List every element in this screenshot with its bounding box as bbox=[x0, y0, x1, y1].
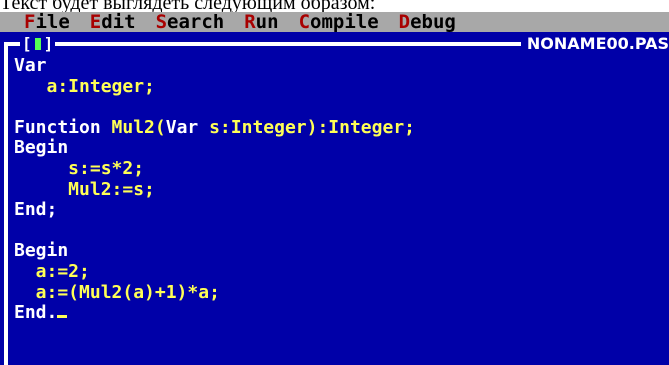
code-editor[interactable]: Var a:Integer; Function Mul2(Var s:Intege… bbox=[14, 55, 664, 324]
keyword-token: End; bbox=[14, 199, 58, 221]
code-line: a:=2; bbox=[14, 260, 664, 283]
menu-file[interactable]: File bbox=[0, 12, 84, 33]
code-line: Begin bbox=[14, 241, 664, 262]
code-line: Mul2:=s; bbox=[14, 178, 664, 201]
keyword-token: End. bbox=[14, 302, 58, 324]
menu-edit[interactable]: Edit bbox=[84, 12, 150, 33]
code-line: End. bbox=[14, 302, 664, 324]
menu-hotkey: E bbox=[89, 12, 102, 33]
window-close-box[interactable]: [ ] bbox=[20, 34, 56, 53]
close-box-left-bracket: [ bbox=[22, 34, 32, 53]
code-line: End; bbox=[14, 199, 664, 221]
menu-bar: File Edit Search Run Compile Debug bbox=[0, 12, 669, 33]
turbo-pascal-ide: File Edit Search Run Compile Debug [ ] NONAME… bbox=[0, 12, 669, 365]
identifier-token: a:=(Mul2(a)+1)*a; bbox=[14, 281, 220, 303]
keyword-token: Var bbox=[165, 116, 210, 138]
identifier-token: a:=2; bbox=[14, 260, 90, 282]
identifier-token: s:=s*2; bbox=[14, 157, 145, 179]
code-line: a:=(Mul2(a)+1)*a; bbox=[14, 281, 664, 304]
editor-window-top-frame: [ ] NONAME00.PAS bbox=[0, 36, 669, 52]
close-button-icon[interactable] bbox=[34, 38, 41, 50]
menu-compile[interactable]: Compile bbox=[293, 12, 393, 33]
close-box-right-bracket: ] bbox=[43, 34, 54, 53]
menu-label: dit bbox=[101, 12, 136, 33]
menu-label: ile bbox=[35, 12, 70, 33]
code-line: a:Integer; bbox=[14, 75, 664, 98]
keyword-token: Begin bbox=[14, 137, 69, 159]
window-title: NONAME00.PAS bbox=[520, 36, 669, 52]
identifier-token: a:Integer; bbox=[14, 75, 155, 97]
menu-hotkey: S bbox=[155, 12, 168, 33]
identifier-token: Mul2( bbox=[111, 116, 166, 138]
keyword-token: Function bbox=[14, 116, 112, 138]
code-line: Var bbox=[14, 55, 664, 77]
code-line: Function Mul2(Var s:Integer):Integer; bbox=[14, 116, 664, 139]
menu-hotkey: R bbox=[244, 12, 256, 33]
menu-hotkey: D bbox=[398, 12, 411, 33]
code-line: Begin bbox=[14, 138, 664, 159]
menu-run[interactable]: Run bbox=[238, 12, 292, 33]
editor-window-left-frame bbox=[4, 42, 8, 365]
menu-label: ebug bbox=[410, 12, 456, 33]
code-line: s:=s*2; bbox=[14, 157, 664, 180]
keyword-token: Var bbox=[14, 55, 47, 76]
identifier-token: s:Integer):Integer; bbox=[209, 116, 415, 138]
menu-search[interactable]: Search bbox=[150, 12, 239, 33]
keyword-token: Begin bbox=[14, 240, 69, 262]
identifier-token: Mul2:=s; bbox=[14, 178, 155, 200]
menu-hotkey: F bbox=[24, 12, 36, 33]
menu-debug[interactable]: Debug bbox=[393, 12, 470, 33]
text-cursor bbox=[57, 315, 68, 319]
menu-label: un bbox=[255, 12, 279, 33]
menu-label: earch bbox=[167, 12, 225, 33]
menu-label: ompile bbox=[310, 12, 379, 33]
menu-hotkey: C bbox=[298, 12, 311, 33]
